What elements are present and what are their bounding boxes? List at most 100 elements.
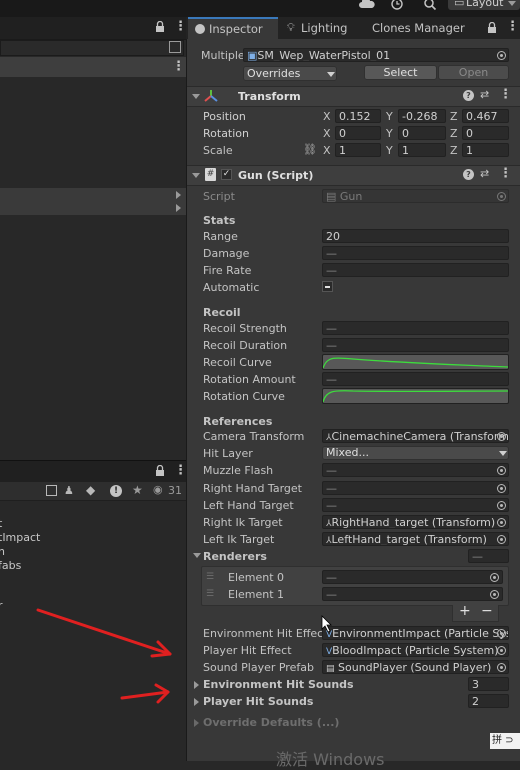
automatic-checkbox[interactable] xyxy=(322,281,333,292)
env-hit-sounds-count[interactable]: 3 xyxy=(468,677,509,691)
label-icon[interactable]: ◆ xyxy=(86,483,95,497)
rotation-amount-field[interactable]: — xyxy=(322,372,509,386)
selected-hierarchy-row[interactable] xyxy=(0,188,186,215)
right-ik-target-field[interactable]: ⅄RightHand_target (Transform) xyxy=(322,515,509,529)
visibility-icon[interactable]: ◉ xyxy=(153,483,163,496)
history-icon[interactable] xyxy=(390,0,404,11)
object-picker-icon[interactable] xyxy=(497,518,506,527)
sound-player-prefab-field[interactable]: ▤ SoundPlayer (Sound Player) xyxy=(322,660,509,674)
object-picker-icon[interactable] xyxy=(497,535,506,544)
list-item[interactable]: t xyxy=(0,517,2,530)
enabled-checkbox[interactable]: ✓ xyxy=(221,169,232,180)
muzzle-flash-field[interactable]: — xyxy=(322,463,509,477)
range-field[interactable]: 20 xyxy=(322,229,509,243)
axis-y-label[interactable]: Y xyxy=(386,144,393,157)
object-picker-icon[interactable] xyxy=(497,51,506,60)
lock-icon[interactable] xyxy=(155,464,165,477)
hit-layer-dropdown[interactable]: Mixed... xyxy=(322,446,509,460)
hierarchy-search-input[interactable] xyxy=(0,40,184,56)
star-icon[interactable]: ★ xyxy=(132,483,143,497)
rotation-z-field[interactable]: 0 xyxy=(462,126,509,140)
warning-icon[interactable]: ! xyxy=(110,485,122,497)
filter-type-icon[interactable]: ♟ xyxy=(64,484,74,497)
axis-x-label[interactable]: X xyxy=(323,110,331,123)
player-hit-sounds-count[interactable]: 2 xyxy=(468,694,509,708)
object-picker-icon[interactable] xyxy=(497,646,506,655)
lock-icon[interactable] xyxy=(487,21,497,34)
scale-y-field[interactable]: 1 xyxy=(398,143,446,157)
cloud-icon[interactable] xyxy=(359,0,375,10)
element1-field[interactable]: — xyxy=(322,587,503,601)
left-hand-target-field[interactable]: — xyxy=(322,498,509,512)
position-y-field[interactable]: -0.268 xyxy=(398,109,446,123)
object-picker-icon[interactable] xyxy=(490,590,499,599)
more-menu-icon[interactable]: ⋮ xyxy=(499,87,512,102)
player-hit-effect-field[interactable]: VBloodImpact (Particle System) xyxy=(322,643,509,657)
foldout-arrow-icon[interactable] xyxy=(193,553,201,558)
renderers-label[interactable]: Renderers xyxy=(203,550,267,563)
tab-inspector[interactable]: Inspector xyxy=(188,17,278,39)
overrides-dropdown[interactable]: Overrides xyxy=(243,66,337,81)
foldout-arrow-icon[interactable] xyxy=(194,681,199,689)
fire-rate-field[interactable]: — xyxy=(322,263,509,277)
tab-clones-manager[interactable]: Clones Manager xyxy=(372,17,465,39)
scale-z-field[interactable]: 1 xyxy=(462,143,509,157)
object-name-field[interactable]: ▣SM_Wep_WaterPistol_01 xyxy=(243,48,509,62)
package-icon[interactable] xyxy=(46,485,57,496)
gun-script-header[interactable]: # ✓ Gun (Script) ? ⇄ ⋮ xyxy=(187,165,520,186)
object-picker-icon[interactable] xyxy=(490,573,499,582)
axis-z-label[interactable]: Z xyxy=(450,144,458,157)
override-defaults-label[interactable]: Override Defaults (...) xyxy=(203,716,339,729)
rotation-curve-field[interactable] xyxy=(322,388,509,404)
layout-dropdown[interactable]: ▭ Layout xyxy=(448,0,520,10)
more-menu-icon[interactable]: ⋮ xyxy=(499,166,512,181)
add-element-button[interactable]: + xyxy=(459,603,471,619)
recoil-curve-field[interactable] xyxy=(322,354,509,370)
position-x-field[interactable]: 0.152 xyxy=(335,109,381,123)
drag-handle-icon[interactable]: ☰ xyxy=(206,572,214,582)
object-picker-icon[interactable] xyxy=(497,629,506,638)
list-item[interactable]: r xyxy=(0,599,3,612)
axis-z-label[interactable]: Z xyxy=(450,127,458,140)
axis-y-label[interactable]: Y xyxy=(386,110,393,123)
env-hit-effect-field[interactable]: VEnvironmentImpact (Particle Sys xyxy=(322,626,509,640)
axis-x-label[interactable]: X xyxy=(323,127,331,140)
axis-y-label[interactable]: Y xyxy=(386,127,393,140)
presets-icon[interactable]: ⇄ xyxy=(480,167,489,180)
open-button[interactable]: Open xyxy=(438,65,509,80)
recoil-duration-field[interactable]: — xyxy=(322,338,509,352)
player-hit-sounds-label[interactable]: Player Hit Sounds xyxy=(203,695,313,708)
object-picker-icon[interactable] xyxy=(497,501,506,510)
rotation-x-field[interactable]: 0 xyxy=(335,126,381,140)
list-item[interactable]: tImpact xyxy=(0,531,40,544)
list-item[interactable]: n xyxy=(0,545,5,558)
scene-header-row[interactable]: ⋮ xyxy=(0,57,186,77)
help-icon[interactable]: ? xyxy=(463,90,474,101)
more-menu-icon[interactable]: ⋮ xyxy=(172,59,185,74)
rotation-y-field[interactable]: 0 xyxy=(398,126,446,140)
list-item[interactable]: fabs xyxy=(0,559,21,572)
scene-settings-icon[interactable] xyxy=(169,41,181,53)
object-picker-icon[interactable] xyxy=(497,484,506,493)
select-button[interactable]: Select xyxy=(364,65,437,80)
object-picker-icon[interactable] xyxy=(497,663,506,672)
remove-element-button[interactable]: − xyxy=(481,603,493,619)
recoil-strength-field[interactable]: — xyxy=(322,321,509,335)
help-icon[interactable]: ? xyxy=(463,169,474,180)
left-ik-target-field[interactable]: ⅄LeftHand_target (Transform) xyxy=(322,532,509,546)
lock-icon[interactable] xyxy=(155,20,165,33)
presets-icon[interactable]: ⇄ xyxy=(480,88,489,101)
drag-handle-icon[interactable]: ☰ xyxy=(206,589,214,599)
right-hand-target-field[interactable]: — xyxy=(322,481,509,495)
position-z-field[interactable]: 0.467 xyxy=(462,109,509,123)
object-picker-icon[interactable] xyxy=(497,466,506,475)
damage-field[interactable]: — xyxy=(322,246,509,260)
more-menu-icon[interactable]: ⋮ xyxy=(506,19,519,34)
element0-field[interactable]: — xyxy=(322,570,503,584)
search-icon[interactable] xyxy=(423,0,437,11)
env-hit-sounds-label[interactable]: Environment Hit Sounds xyxy=(203,678,354,691)
foldout-arrow-icon[interactable] xyxy=(194,698,199,706)
renderers-size-field[interactable]: — xyxy=(468,549,509,563)
transform-header[interactable]: Transform ? ⇄ ⋮ xyxy=(187,86,520,107)
camera-transform-field[interactable]: ⅄CinemachineCamera (Transform xyxy=(322,429,509,443)
